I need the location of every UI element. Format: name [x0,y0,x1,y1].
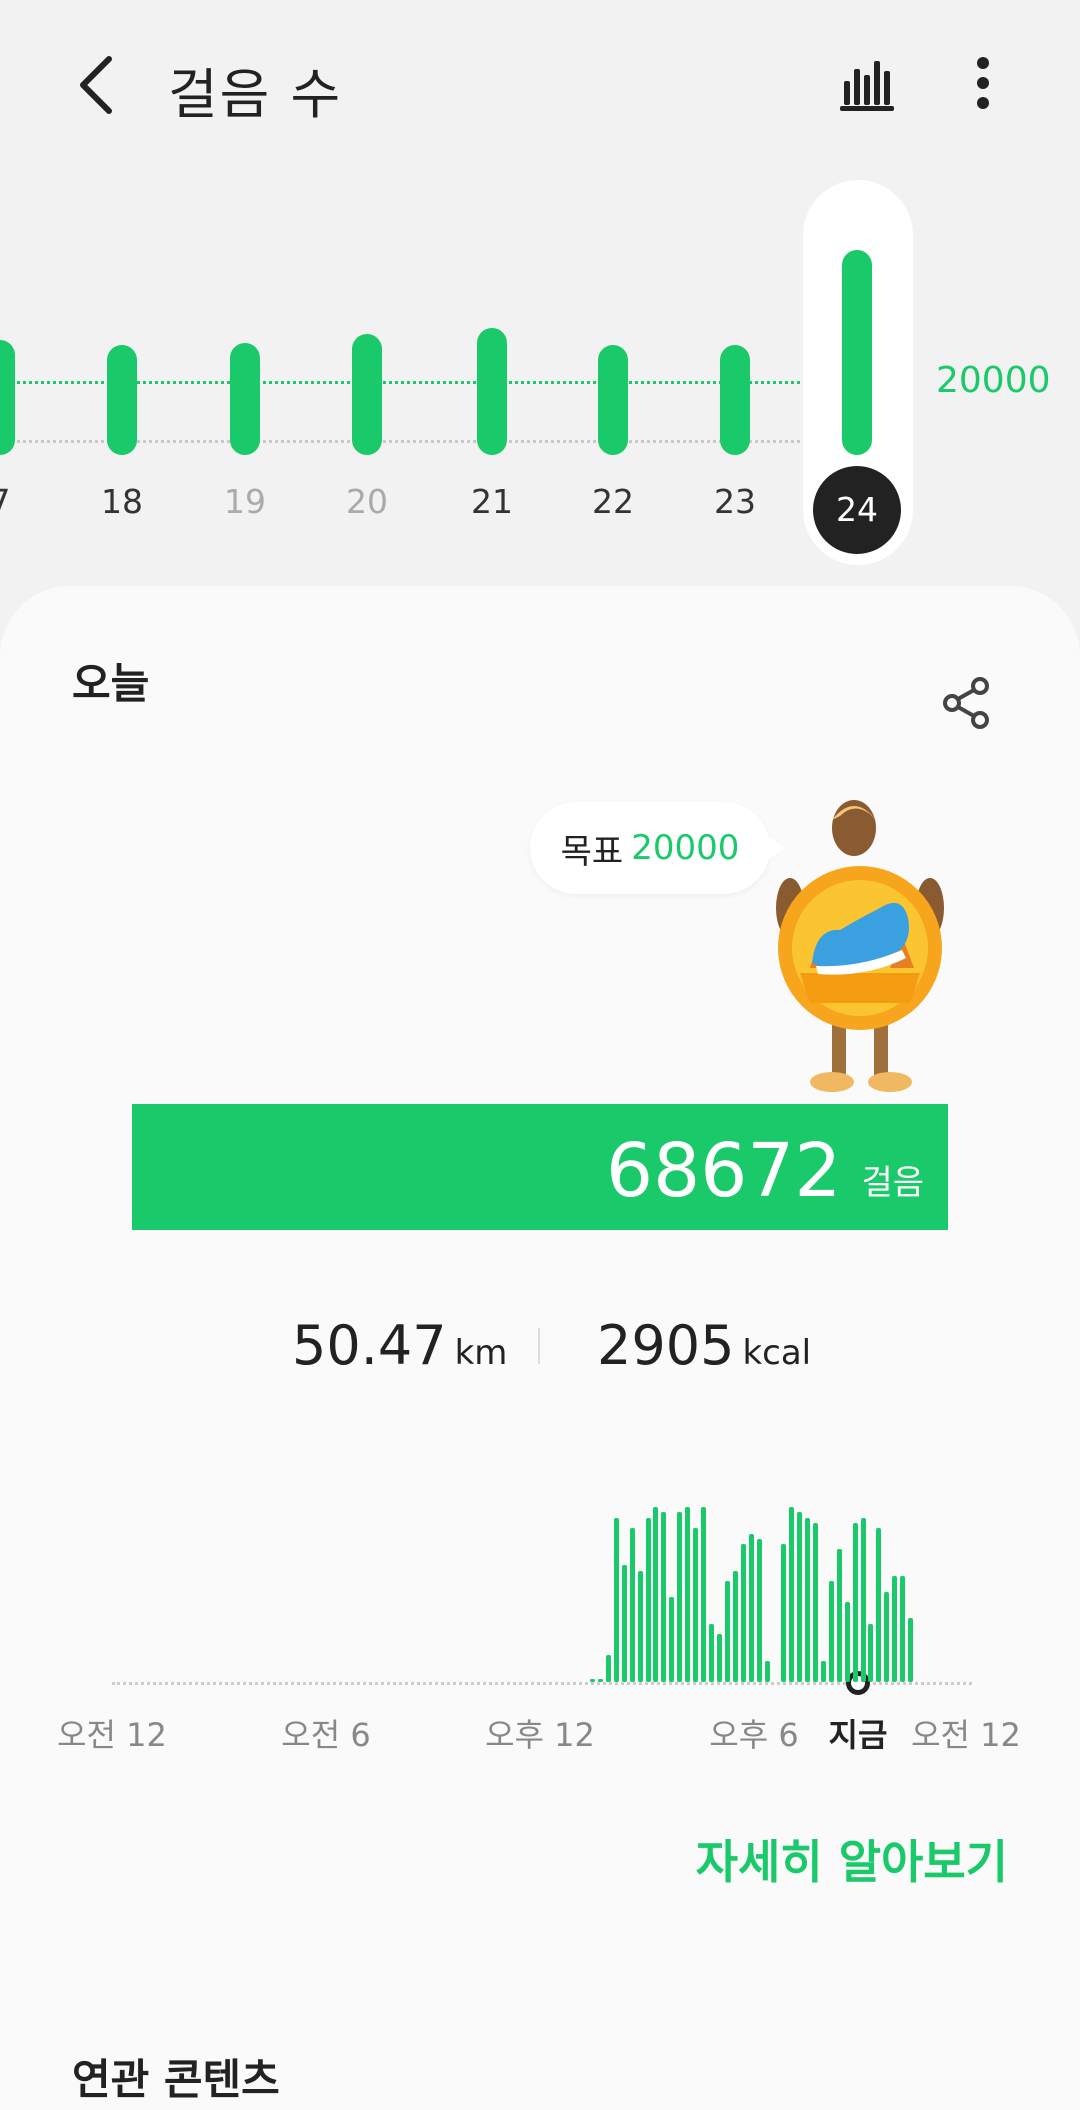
now-marker [846,1671,870,1695]
hour-bar [733,1570,739,1682]
more-options-button[interactable] [955,48,1011,118]
more-vert-icon [977,57,989,109]
today-card: 오늘 목표 20000 68672 걸음 50.47 km 2905 kcal … [0,586,1080,2110]
goal-line-label: 20000 [936,360,1051,401]
goal-bubble: 목표 20000 [530,802,784,894]
goal-value: 20000 [631,828,740,868]
day-label-21[interactable]: 21 [452,482,532,521]
day-label-22[interactable]: 22 [573,482,653,521]
day-label-20[interactable]: 20 [327,482,407,521]
day-bar-18[interactable] [107,345,137,455]
hour-bar [884,1591,890,1682]
hour-bar [860,1517,866,1682]
day-label-23[interactable]: 23 [695,482,775,521]
hour-bar [908,1618,914,1682]
hour-axis-label: 오후 12 [485,1716,595,1754]
hour-bar [717,1634,723,1682]
calories-unit: kcal [742,1333,812,1373]
chevron-left-icon [80,56,112,114]
hour-bar [868,1623,874,1682]
hour-bar [669,1597,675,1682]
bar-chart-icon [840,61,894,111]
share-button[interactable] [936,672,998,734]
day-label-19[interactable]: 19 [205,482,285,521]
hour-bar [597,1679,603,1682]
day-bar-20[interactable] [352,334,382,455]
share-icon [943,677,989,729]
hour-bar [637,1570,643,1682]
hour-bar [844,1602,850,1682]
hour-bar [589,1679,595,1682]
hour-axis-label: 오전 12 [57,1716,167,1754]
day-label-18[interactable]: 18 [82,482,162,521]
hour-bar [780,1544,786,1682]
hour-bar [677,1512,683,1682]
hour-bar [629,1528,635,1682]
steps-unit: 걸음 [861,1163,924,1203]
steps-progress-bar: 68672 걸음 [132,1104,948,1230]
hour-bar [852,1522,858,1682]
hour-bar [788,1507,794,1682]
steps-count: 68672 [606,1128,842,1214]
hour-bar [796,1512,802,1682]
stats-row: 50.47 km 2905 kcal [0,1314,1080,1384]
hour-bar [741,1544,747,1682]
hour-bar [613,1517,619,1682]
day-bar-7[interactable] [0,339,15,455]
distance-stat: 50.47 km [292,1314,507,1377]
day-bar-21[interactable] [477,328,507,455]
back-button[interactable] [60,45,130,125]
hour-bar [701,1507,707,1682]
hour-bar [749,1533,755,1682]
hour-bar [828,1581,834,1682]
day-label-24[interactable]: 24 [813,466,901,554]
day-bar-19[interactable] [230,342,260,455]
calories-value: 2905 [597,1314,735,1377]
day-bar-23[interactable] [720,345,750,455]
hour-bar [757,1538,762,1682]
hour-bar [876,1528,882,1682]
mascot-illustration [776,800,944,1092]
calories-stat: 2905 kcal [597,1314,811,1377]
distance-value: 50.47 [292,1314,447,1377]
hour-bar [645,1517,651,1682]
hour-bar [653,1507,659,1682]
hour-axis-label: 지금 [828,1716,888,1754]
day-label-7[interactable]: 7 [0,482,40,521]
hour-bar [900,1575,906,1682]
stat-divider [538,1328,540,1364]
today-heading: 오늘 [72,659,150,708]
hour-axis-label: 오전 6 [281,1716,371,1754]
related-content-heading: 연관 콘텐츠 [72,2055,280,2104]
hour-bar [804,1517,810,1682]
hourly-steps-chart: 오전 12 오전 6 오후 12 오후 6 지금 오전 12 [0,1446,1080,1754]
hour-bar [621,1565,627,1682]
hour-axis-label: 오후 6 [709,1716,799,1754]
page-title: 걸음 수 [168,63,343,126]
weekly-steps-chart: 20000 7 18 19 20 21 22 23 24 [0,170,1080,590]
hour-bar [685,1507,691,1682]
hour-bar [820,1660,826,1682]
hour-bar [892,1575,898,1682]
learn-more-link[interactable]: 자세히 알아보기 [696,1826,1008,1892]
hour-bar [836,1549,842,1682]
hourly-baseline [112,1682,972,1685]
day-bar-24[interactable] [842,250,872,455]
hour-axis-label: 오전 12 [911,1716,1021,1754]
distance-unit: km [454,1333,508,1373]
hour-bar [661,1512,667,1682]
hour-bar [764,1660,770,1682]
goal-label: 목표 [560,831,624,872]
trends-button[interactable] [832,48,902,118]
hour-bar [725,1581,731,1682]
hour-bar [605,1655,611,1682]
hour-bar [693,1528,699,1682]
hour-bar [812,1522,818,1682]
app-bar: 걸음 수 [0,0,1080,170]
day-bar-22[interactable] [598,345,628,455]
hour-bar [709,1623,715,1682]
